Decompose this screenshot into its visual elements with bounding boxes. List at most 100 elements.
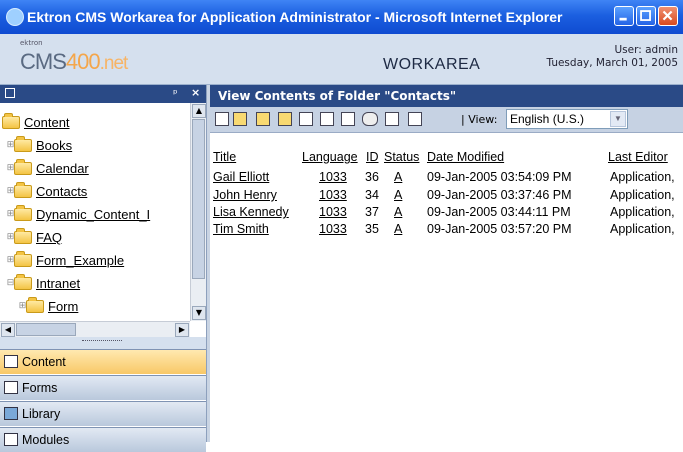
column-header-status[interactable]: Status xyxy=(384,150,419,164)
minimize-button[interactable] xyxy=(614,6,634,26)
maximize-icon xyxy=(640,10,651,21)
folder-properties-icon[interactable] xyxy=(256,112,270,126)
app-header: ektron CMS400.net WORKAREA User: admin T… xyxy=(0,34,683,85)
tree-item-label[interactable]: Calendar xyxy=(36,161,89,176)
folder-toolbar: | View: English (U.S.) ▼ xyxy=(210,107,683,133)
chevron-down-icon[interactable]: ▼ xyxy=(610,111,626,127)
row-title[interactable]: Lisa Kennedy xyxy=(213,205,289,219)
row-language[interactable]: 1033 xyxy=(319,188,347,202)
tab-label: Forms xyxy=(22,381,58,395)
tab-forms[interactable]: Forms xyxy=(0,375,206,400)
content-icon xyxy=(4,355,18,368)
tree-vertical-scrollbar[interactable]: ▲ ▼ xyxy=(190,103,206,321)
panel-close-icon[interactable]: × xyxy=(191,86,200,99)
window-title: Ektron CMS Workarea for Application Admi… xyxy=(27,9,563,25)
folder-icon xyxy=(14,205,32,221)
properties-icon[interactable] xyxy=(408,112,422,126)
folder-tree: Content ⊞ Books ⊞ Calendar ⊞ Contacts ⊞ … xyxy=(0,103,190,321)
add-content-icon[interactable] xyxy=(215,112,229,126)
row-language[interactable]: 1033 xyxy=(319,222,347,236)
view-label: | View: xyxy=(461,113,498,126)
tree-item-label[interactable]: Books xyxy=(36,138,72,153)
tab-label: Library xyxy=(22,407,61,421)
row-title[interactable]: Gail Elliott xyxy=(213,170,269,184)
row-status[interactable]: A xyxy=(394,170,402,184)
row-id: 35 xyxy=(365,222,379,236)
folder-icon xyxy=(14,251,32,267)
tree-horizontal-scrollbar[interactable]: ◀ ▶ xyxy=(0,321,190,337)
logo-net: .net xyxy=(99,53,129,74)
row-id: 37 xyxy=(365,205,379,219)
row-language[interactable]: 1033 xyxy=(319,205,347,219)
maximize-button[interactable] xyxy=(636,6,656,26)
ie-icon xyxy=(6,8,24,26)
logo-small-text: ektron xyxy=(20,39,43,47)
pin-icon[interactable]: ᵖ xyxy=(173,87,178,100)
folder-icon xyxy=(14,228,32,244)
logo-cms: CMS xyxy=(20,49,67,74)
row-status[interactable]: A xyxy=(394,222,402,236)
row-language[interactable]: 1033 xyxy=(319,170,347,184)
binoculars-icon[interactable] xyxy=(362,112,378,126)
row-id: 36 xyxy=(365,170,379,184)
navigation-panel-header: ᵖ × xyxy=(0,85,206,103)
folder-icon xyxy=(14,159,32,175)
navigation-panel: ᵖ × Content ⊞ Books ⊞ Calendar ⊞ Contact… xyxy=(0,85,206,452)
scroll-right-icon[interactable]: ▶ xyxy=(175,323,189,337)
row-editor: Application, xyxy=(610,222,675,236)
scroll-left-icon[interactable]: ◀ xyxy=(1,323,15,337)
column-header-language[interactable]: Language xyxy=(302,150,358,164)
close-icon xyxy=(662,10,673,21)
column-header-title[interactable]: Title xyxy=(213,150,236,164)
scroll-down-icon[interactable]: ▼ xyxy=(192,306,206,320)
row-date: 09-Jan-2005 03:37:46 PM xyxy=(427,188,572,202)
report-icon[interactable] xyxy=(385,112,399,126)
move-content-icon[interactable] xyxy=(278,112,292,126)
column-header-id[interactable]: ID xyxy=(366,150,379,164)
main-panel-header: View Contents of Folder "Contacts" xyxy=(210,85,683,107)
folder-icon xyxy=(14,274,32,290)
language-select[interactable]: English (U.S.) ▼ xyxy=(506,109,628,129)
tab-label: Content xyxy=(22,355,66,369)
tree-item-label[interactable]: Content xyxy=(24,115,70,130)
folder-icon xyxy=(2,113,20,129)
tab-content[interactable]: Content xyxy=(0,349,206,374)
add-subfolder-icon[interactable] xyxy=(233,112,247,126)
copy-icon[interactable] xyxy=(320,112,334,126)
row-status[interactable]: A xyxy=(394,188,402,202)
scroll-up-icon[interactable]: ▲ xyxy=(192,104,206,118)
row-date: 09-Jan-2005 03:54:09 PM xyxy=(427,170,572,184)
folder-icon xyxy=(26,297,44,313)
row-date: 09-Jan-2005 03:57:20 PM xyxy=(427,222,572,236)
archive-icon[interactable] xyxy=(299,112,313,126)
user-name: User: admin xyxy=(614,44,678,56)
tree-item-label[interactable]: Form xyxy=(48,299,78,314)
row-title[interactable]: Tim Smith xyxy=(213,222,269,236)
tree-item-label[interactable]: Contacts xyxy=(36,184,87,199)
row-status[interactable]: A xyxy=(394,205,402,219)
current-date: Tuesday, March 01, 2005 xyxy=(546,57,679,69)
collection-icon[interactable] xyxy=(341,112,355,126)
main-panel: View Contents of Folder "Contacts" | Vie… xyxy=(210,85,683,442)
user-info: User: admin Tuesday, March 01, 2005 xyxy=(547,44,679,70)
row-date: 09-Jan-2005 03:44:11 PM xyxy=(427,205,571,219)
tree-item-label[interactable]: FAQ xyxy=(36,230,62,245)
tree-item-label[interactable]: Form_Example xyxy=(36,253,124,268)
close-button[interactable] xyxy=(658,6,678,26)
tree-item-label[interactable]: Dynamic_Content_I xyxy=(36,207,150,222)
row-editor: Application, xyxy=(610,205,675,219)
tree-item-label[interactable]: Intranet xyxy=(36,276,80,291)
panel-splitter[interactable] xyxy=(0,337,206,349)
scroll-thumb[interactable] xyxy=(16,323,76,336)
folder-icon xyxy=(14,182,32,198)
row-title[interactable]: John Henry xyxy=(213,188,277,202)
column-header-last-editor[interactable]: Last Editor xyxy=(608,150,668,164)
splitter-grip xyxy=(82,340,122,341)
scroll-thumb[interactable] xyxy=(192,119,205,279)
logo-400: 400 xyxy=(65,49,101,74)
language-select-value: English (U.S.) xyxy=(510,112,585,126)
column-header-date-modified[interactable]: Date Modified xyxy=(427,150,504,164)
tab-modules[interactable]: Modules xyxy=(0,427,206,452)
tab-library[interactable]: Library xyxy=(0,401,206,426)
workarea-title: WORKAREA xyxy=(383,56,481,73)
